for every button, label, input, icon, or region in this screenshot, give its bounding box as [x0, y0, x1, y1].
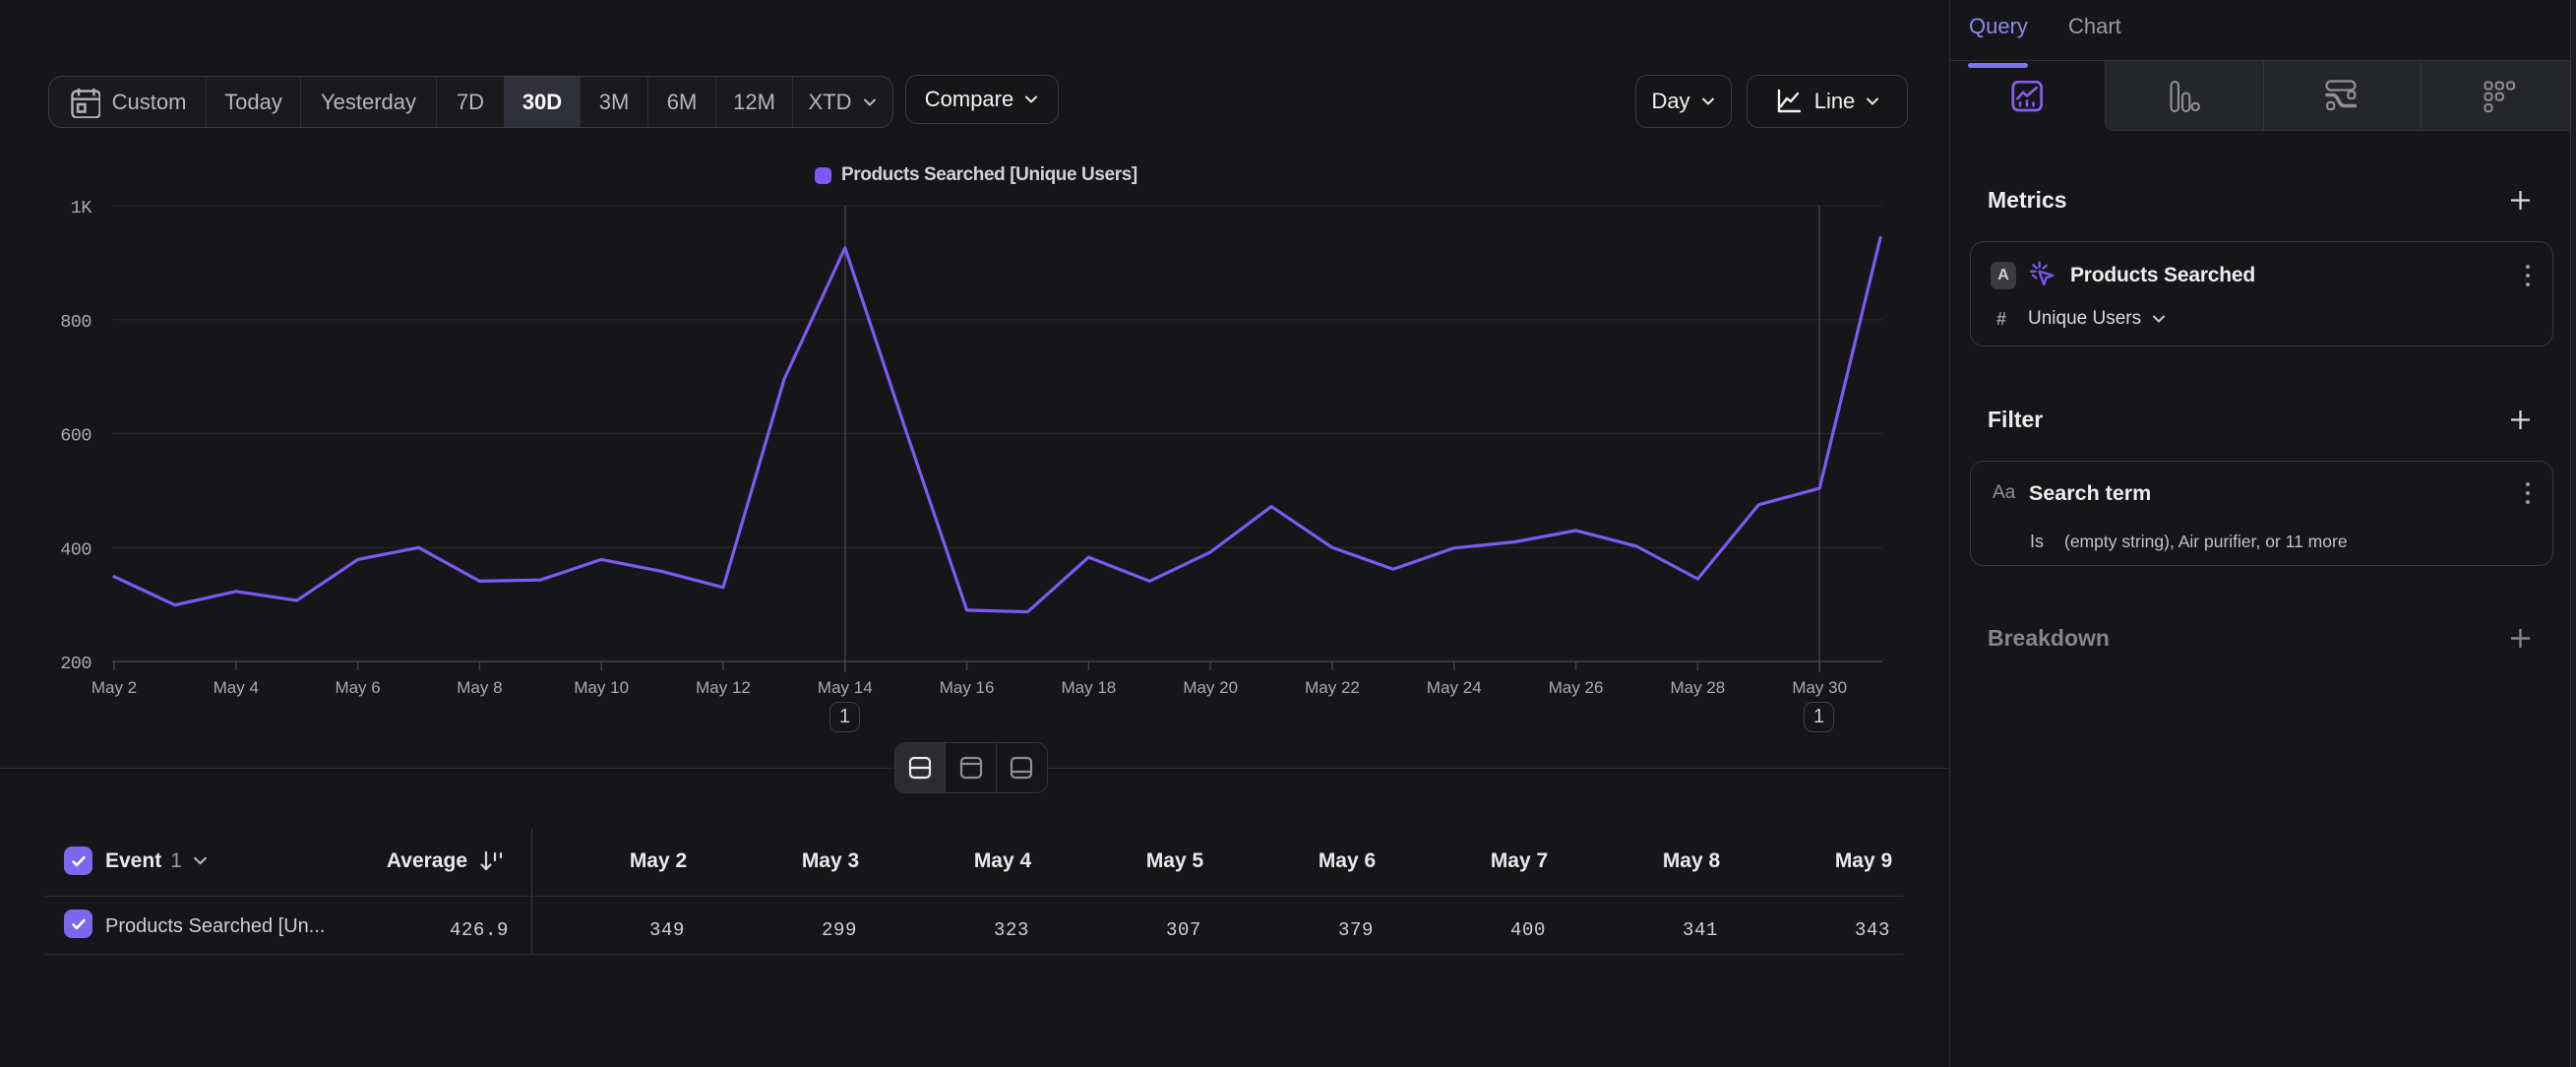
svg-text:800: 800: [60, 312, 92, 333]
svg-text:May 22: May 22: [1305, 678, 1360, 697]
svg-text:May 28: May 28: [1671, 678, 1726, 697]
svg-text:May 18: May 18: [1062, 678, 1117, 697]
svg-text:May 14: May 14: [818, 678, 873, 697]
svg-text:400: 400: [60, 539, 92, 560]
svg-text:May 20: May 20: [1183, 678, 1238, 697]
svg-text:May 8: May 8: [457, 678, 502, 697]
svg-text:600: 600: [60, 426, 92, 447]
svg-text:May 24: May 24: [1427, 678, 1482, 697]
svg-text:May 2: May 2: [92, 678, 137, 697]
svg-text:May 26: May 26: [1549, 678, 1604, 697]
svg-text:1K: 1K: [71, 198, 93, 219]
svg-text:May 16: May 16: [940, 678, 995, 697]
svg-text:May 4: May 4: [214, 678, 259, 697]
svg-text:May 12: May 12: [696, 678, 751, 697]
svg-text:May 10: May 10: [574, 678, 629, 697]
svg-text:May 30: May 30: [1792, 678, 1847, 697]
svg-text:200: 200: [60, 654, 92, 674]
svg-text:May 6: May 6: [335, 678, 380, 697]
